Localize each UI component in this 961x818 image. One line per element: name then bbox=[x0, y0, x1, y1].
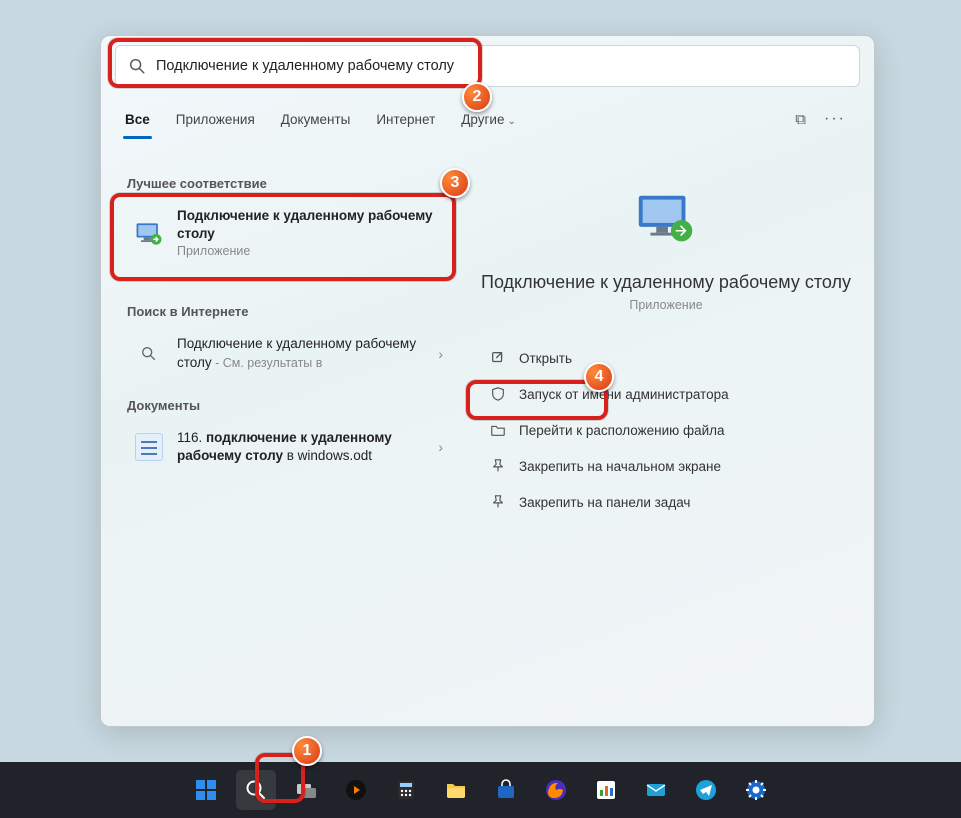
web-result-row[interactable]: Подключение к удаленному рабочему столу … bbox=[123, 325, 453, 381]
start-search-panel: Все Приложения Документы Интернет Другие… bbox=[100, 35, 875, 727]
pin-icon bbox=[489, 457, 507, 475]
action-list: Открыть Запуск от имени администратора П… bbox=[481, 340, 851, 520]
start-button[interactable] bbox=[186, 770, 226, 810]
chevron-right-icon: › bbox=[438, 346, 443, 362]
filter-tabs: Все Приложения Документы Интернет Другие… bbox=[123, 106, 852, 137]
folder-icon bbox=[489, 421, 507, 439]
search-bar[interactable] bbox=[115, 45, 860, 87]
firefox-icon[interactable] bbox=[536, 770, 576, 810]
pin-icon bbox=[489, 493, 507, 511]
action-open-label: Открыть bbox=[519, 351, 572, 366]
action-file-location-label: Перейти к расположению файла bbox=[519, 423, 725, 438]
results-left-column: Лучшее соответствие Подключение к удален… bbox=[123, 164, 453, 475]
section-web: Поиск в Интернете bbox=[127, 304, 453, 319]
search-button[interactable] bbox=[236, 770, 276, 810]
badge-4: 4 bbox=[584, 362, 614, 392]
org-search-icon[interactable]: ⧉ bbox=[795, 111, 806, 128]
rdp-app-icon-large bbox=[626, 181, 706, 261]
chevron-down-icon: ⌄ bbox=[507, 116, 515, 127]
tab-apps[interactable]: Приложения bbox=[174, 106, 257, 137]
file-explorer-icon[interactable] bbox=[436, 770, 476, 810]
section-best-match: Лучшее соответствие bbox=[127, 176, 453, 191]
web-result-text: Подключение к удаленному рабочему столу … bbox=[177, 335, 426, 371]
section-docs: Документы bbox=[127, 398, 453, 413]
detail-pane: Подключение к удаленному рабочему столу … bbox=[481, 181, 851, 520]
chart-app-icon[interactable] bbox=[586, 770, 626, 810]
search-input[interactable] bbox=[156, 58, 847, 74]
action-open[interactable]: Открыть bbox=[481, 340, 851, 376]
search-small-icon bbox=[133, 338, 165, 370]
badge-2: 2 bbox=[462, 82, 492, 112]
open-icon bbox=[489, 349, 507, 367]
task-view-button[interactable] bbox=[286, 770, 326, 810]
document-icon bbox=[133, 431, 165, 463]
action-pin-start[interactable]: Закрепить на начальном экране bbox=[481, 448, 851, 484]
tab-all[interactable]: Все bbox=[123, 106, 152, 137]
action-pin-start-label: Закрепить на начальном экране bbox=[519, 459, 721, 474]
action-pin-taskbar[interactable]: Закрепить на панели задач bbox=[481, 484, 851, 520]
best-match-text: Подключение к удаленному рабочему столу … bbox=[177, 207, 443, 260]
store-icon[interactable] bbox=[486, 770, 526, 810]
filter-right-controls: ⧉ ··· bbox=[795, 110, 846, 128]
rdp-app-icon bbox=[133, 218, 165, 250]
badge-3: 3 bbox=[440, 168, 470, 198]
media-player-icon[interactable] bbox=[336, 770, 376, 810]
doc-result-text: 116. подключение к удаленному рабочему с… bbox=[177, 429, 426, 465]
action-pin-taskbar-label: Закрепить на панели задач bbox=[519, 495, 690, 510]
badge-1: 1 bbox=[292, 736, 322, 766]
mail-icon[interactable] bbox=[636, 770, 676, 810]
action-run-admin[interactable]: Запуск от имени администратора bbox=[481, 376, 851, 412]
detail-title: Подключение к удаленному рабочему столу bbox=[481, 271, 851, 294]
settings-icon[interactable] bbox=[736, 770, 776, 810]
search-icon bbox=[128, 57, 146, 75]
action-run-admin-label: Запуск от имени администратора bbox=[519, 387, 729, 402]
action-file-location[interactable]: Перейти к расположению файла bbox=[481, 412, 851, 448]
telegram-icon[interactable] bbox=[686, 770, 726, 810]
tab-internet[interactable]: Интернет bbox=[374, 106, 437, 137]
tab-documents[interactable]: Документы bbox=[279, 106, 353, 137]
calculator-icon[interactable] bbox=[386, 770, 426, 810]
shield-icon bbox=[489, 385, 507, 403]
more-options-icon[interactable]: ··· bbox=[824, 110, 846, 128]
chevron-right-icon: › bbox=[438, 439, 443, 455]
detail-subtitle: Приложение bbox=[629, 298, 702, 312]
taskbar bbox=[0, 762, 961, 818]
doc-result-row[interactable]: 116. подключение к удаленному рабочему с… bbox=[123, 419, 453, 475]
tab-more[interactable]: Другие⌄ bbox=[459, 106, 518, 137]
best-match-row[interactable]: Подключение к удаленному рабочему столу … bbox=[123, 197, 453, 270]
